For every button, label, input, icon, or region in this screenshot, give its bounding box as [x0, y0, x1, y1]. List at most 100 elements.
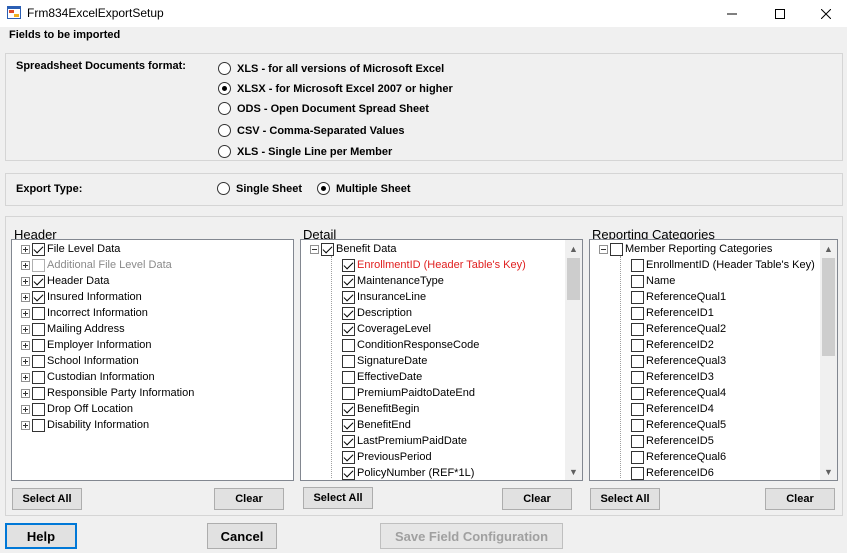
format-option-xls[interactable]: XLS - for all versions of Microsoft Exce… [218, 62, 444, 75]
tree-item-reference-qual2[interactable]: ReferenceQual2 [631, 321, 726, 337]
close-button[interactable] [803, 0, 847, 27]
checkbox[interactable] [342, 258, 355, 272]
checkbox[interactable] [342, 370, 355, 384]
reporting-scrollbar[interactable]: ▲ ▼ [820, 240, 837, 480]
header-tree[interactable]: File Level Data Additional File Level Da… [11, 239, 294, 481]
tree-item-responsible-party-information[interactable]: Responsible Party Information [21, 385, 194, 401]
tree-item-custodian-information[interactable]: Custodian Information [21, 369, 155, 385]
checkbox[interactable] [32, 386, 45, 400]
checkbox[interactable] [321, 242, 334, 256]
tree-item-maintenance-type[interactable]: MaintenanceType [342, 273, 444, 289]
tree-item-reference-qual1[interactable]: ReferenceQual1 [631, 289, 726, 305]
radio-button[interactable] [218, 102, 231, 115]
detail-scrollbar[interactable]: ▲ ▼ [565, 240, 582, 480]
tree-item-reference-id2[interactable]: ReferenceID2 [631, 337, 714, 353]
expand-icon[interactable] [21, 420, 30, 430]
tree-item-drop-off-location[interactable]: Drop Off Location [21, 401, 133, 417]
tree-item-school-information[interactable]: School Information [21, 353, 139, 369]
scroll-thumb[interactable] [567, 258, 580, 300]
tree-item-condition-response-code[interactable]: ConditionResponseCode [342, 337, 479, 353]
radio-button[interactable] [218, 82, 231, 95]
export-option-single-sheet[interactable]: Single Sheet [217, 182, 302, 195]
scroll-down-arrow-icon[interactable]: ▼ [820, 463, 837, 480]
tree-item-reference-id4[interactable]: ReferenceID4 [631, 401, 714, 417]
detail-clear-button[interactable]: Clear [502, 488, 572, 510]
checkbox[interactable] [32, 306, 45, 320]
tree-item-previous-period[interactable]: PreviousPeriod [342, 449, 432, 465]
tree-item-signature-date[interactable]: SignatureDate [342, 353, 427, 369]
checkbox[interactable] [342, 434, 355, 448]
radio-button[interactable] [317, 182, 330, 195]
save-field-configuration-button[interactable]: Save Field Configuration [380, 523, 563, 549]
tree-item-reference-id5[interactable]: ReferenceID5 [631, 433, 714, 449]
tree-item-name[interactable]: Name [631, 273, 675, 289]
tree-item-mailing-address[interactable]: Mailing Address [21, 321, 125, 337]
checkbox[interactable] [32, 354, 45, 368]
tree-item-member-reporting-categories[interactable]: Member Reporting Categories [599, 241, 772, 257]
checkbox[interactable] [32, 338, 45, 352]
radio-button[interactable] [218, 145, 231, 158]
checkbox[interactable] [631, 418, 644, 432]
checkbox[interactable] [342, 354, 355, 368]
tree-item-reference-qual3[interactable]: ReferenceQual3 [631, 353, 726, 369]
reporting-select-all-button[interactable]: Select All [590, 488, 660, 510]
tree-item-disability-information[interactable]: Disability Information [21, 417, 149, 433]
tree-item-benefit-data[interactable]: Benefit Data [310, 241, 397, 257]
checkbox[interactable] [631, 338, 644, 352]
checkbox[interactable] [32, 290, 45, 304]
expand-icon[interactable] [21, 292, 30, 302]
checkbox[interactable] [631, 274, 644, 288]
expand-icon[interactable] [21, 276, 30, 286]
tree-item-reference-id3[interactable]: ReferenceID3 [631, 369, 714, 385]
help-button[interactable]: Help [5, 523, 77, 549]
checkbox[interactable] [342, 466, 355, 480]
tree-item-enrollment-id[interactable]: EnrollmentID (Header Table's Key) [631, 257, 815, 273]
tree-item-header-data[interactable]: Header Data [21, 273, 109, 289]
expand-icon[interactable] [21, 356, 30, 366]
tree-item-effective-date[interactable]: EffectiveDate [342, 369, 422, 385]
tree-item-insured-information[interactable]: Insured Information [21, 289, 142, 305]
expand-icon[interactable] [21, 404, 30, 414]
checkbox[interactable] [342, 290, 355, 304]
tree-item-additional-file-level-data[interactable]: Additional File Level Data [21, 257, 172, 273]
checkbox[interactable] [32, 418, 45, 432]
format-option-xlsx[interactable]: XLSX - for Microsoft Excel 2007 or highe… [218, 82, 453, 95]
checkbox[interactable] [631, 370, 644, 384]
checkbox[interactable] [342, 402, 355, 416]
tree-item-incorrect-information[interactable]: Incorrect Information [21, 305, 148, 321]
radio-button[interactable] [218, 124, 231, 137]
format-option-xls-single[interactable]: XLS - Single Line per Member [218, 145, 392, 158]
scroll-thumb[interactable] [822, 258, 835, 356]
tree-item-file-level-data[interactable]: File Level Data [21, 241, 120, 257]
format-option-ods[interactable]: ODS - Open Document Spread Sheet [218, 102, 429, 115]
tree-item-reference-id6[interactable]: ReferenceID6 [631, 465, 714, 480]
checkbox[interactable] [631, 322, 644, 336]
collapse-icon[interactable] [599, 244, 608, 254]
checkbox[interactable] [631, 258, 644, 272]
collapse-icon[interactable] [310, 244, 319, 254]
tree-item-reference-qual6[interactable]: ReferenceQual6 [631, 449, 726, 465]
checkbox[interactable] [342, 306, 355, 320]
tree-item-reference-qual5[interactable]: ReferenceQual5 [631, 417, 726, 433]
checkbox[interactable] [631, 386, 644, 400]
checkbox[interactable] [342, 338, 355, 352]
checkbox[interactable] [631, 306, 644, 320]
tree-item-premium-paid-to-date-end[interactable]: PremiumPaidtoDateEnd [342, 385, 475, 401]
checkbox[interactable] [342, 450, 355, 464]
checkbox[interactable] [32, 370, 45, 384]
expand-icon[interactable] [21, 260, 30, 270]
checkbox[interactable] [32, 258, 45, 272]
checkbox[interactable] [631, 450, 644, 464]
detail-tree[interactable]: Benefit Data EnrollmentID (Header Table'… [300, 239, 583, 481]
reporting-clear-button[interactable]: Clear [765, 488, 835, 510]
checkbox[interactable] [32, 402, 45, 416]
scroll-up-arrow-icon[interactable]: ▲ [820, 240, 837, 257]
tree-item-employer-information[interactable]: Employer Information [21, 337, 152, 353]
expand-icon[interactable] [21, 308, 30, 318]
expand-icon[interactable] [21, 324, 30, 334]
tree-item-benefit-begin[interactable]: BenefitBegin [342, 401, 419, 417]
tree-item-description[interactable]: Description [342, 305, 412, 321]
radio-button[interactable] [217, 182, 230, 195]
expand-icon[interactable] [21, 244, 30, 254]
tree-item-policy-number[interactable]: PolicyNumber (REF*1L) [342, 465, 474, 480]
